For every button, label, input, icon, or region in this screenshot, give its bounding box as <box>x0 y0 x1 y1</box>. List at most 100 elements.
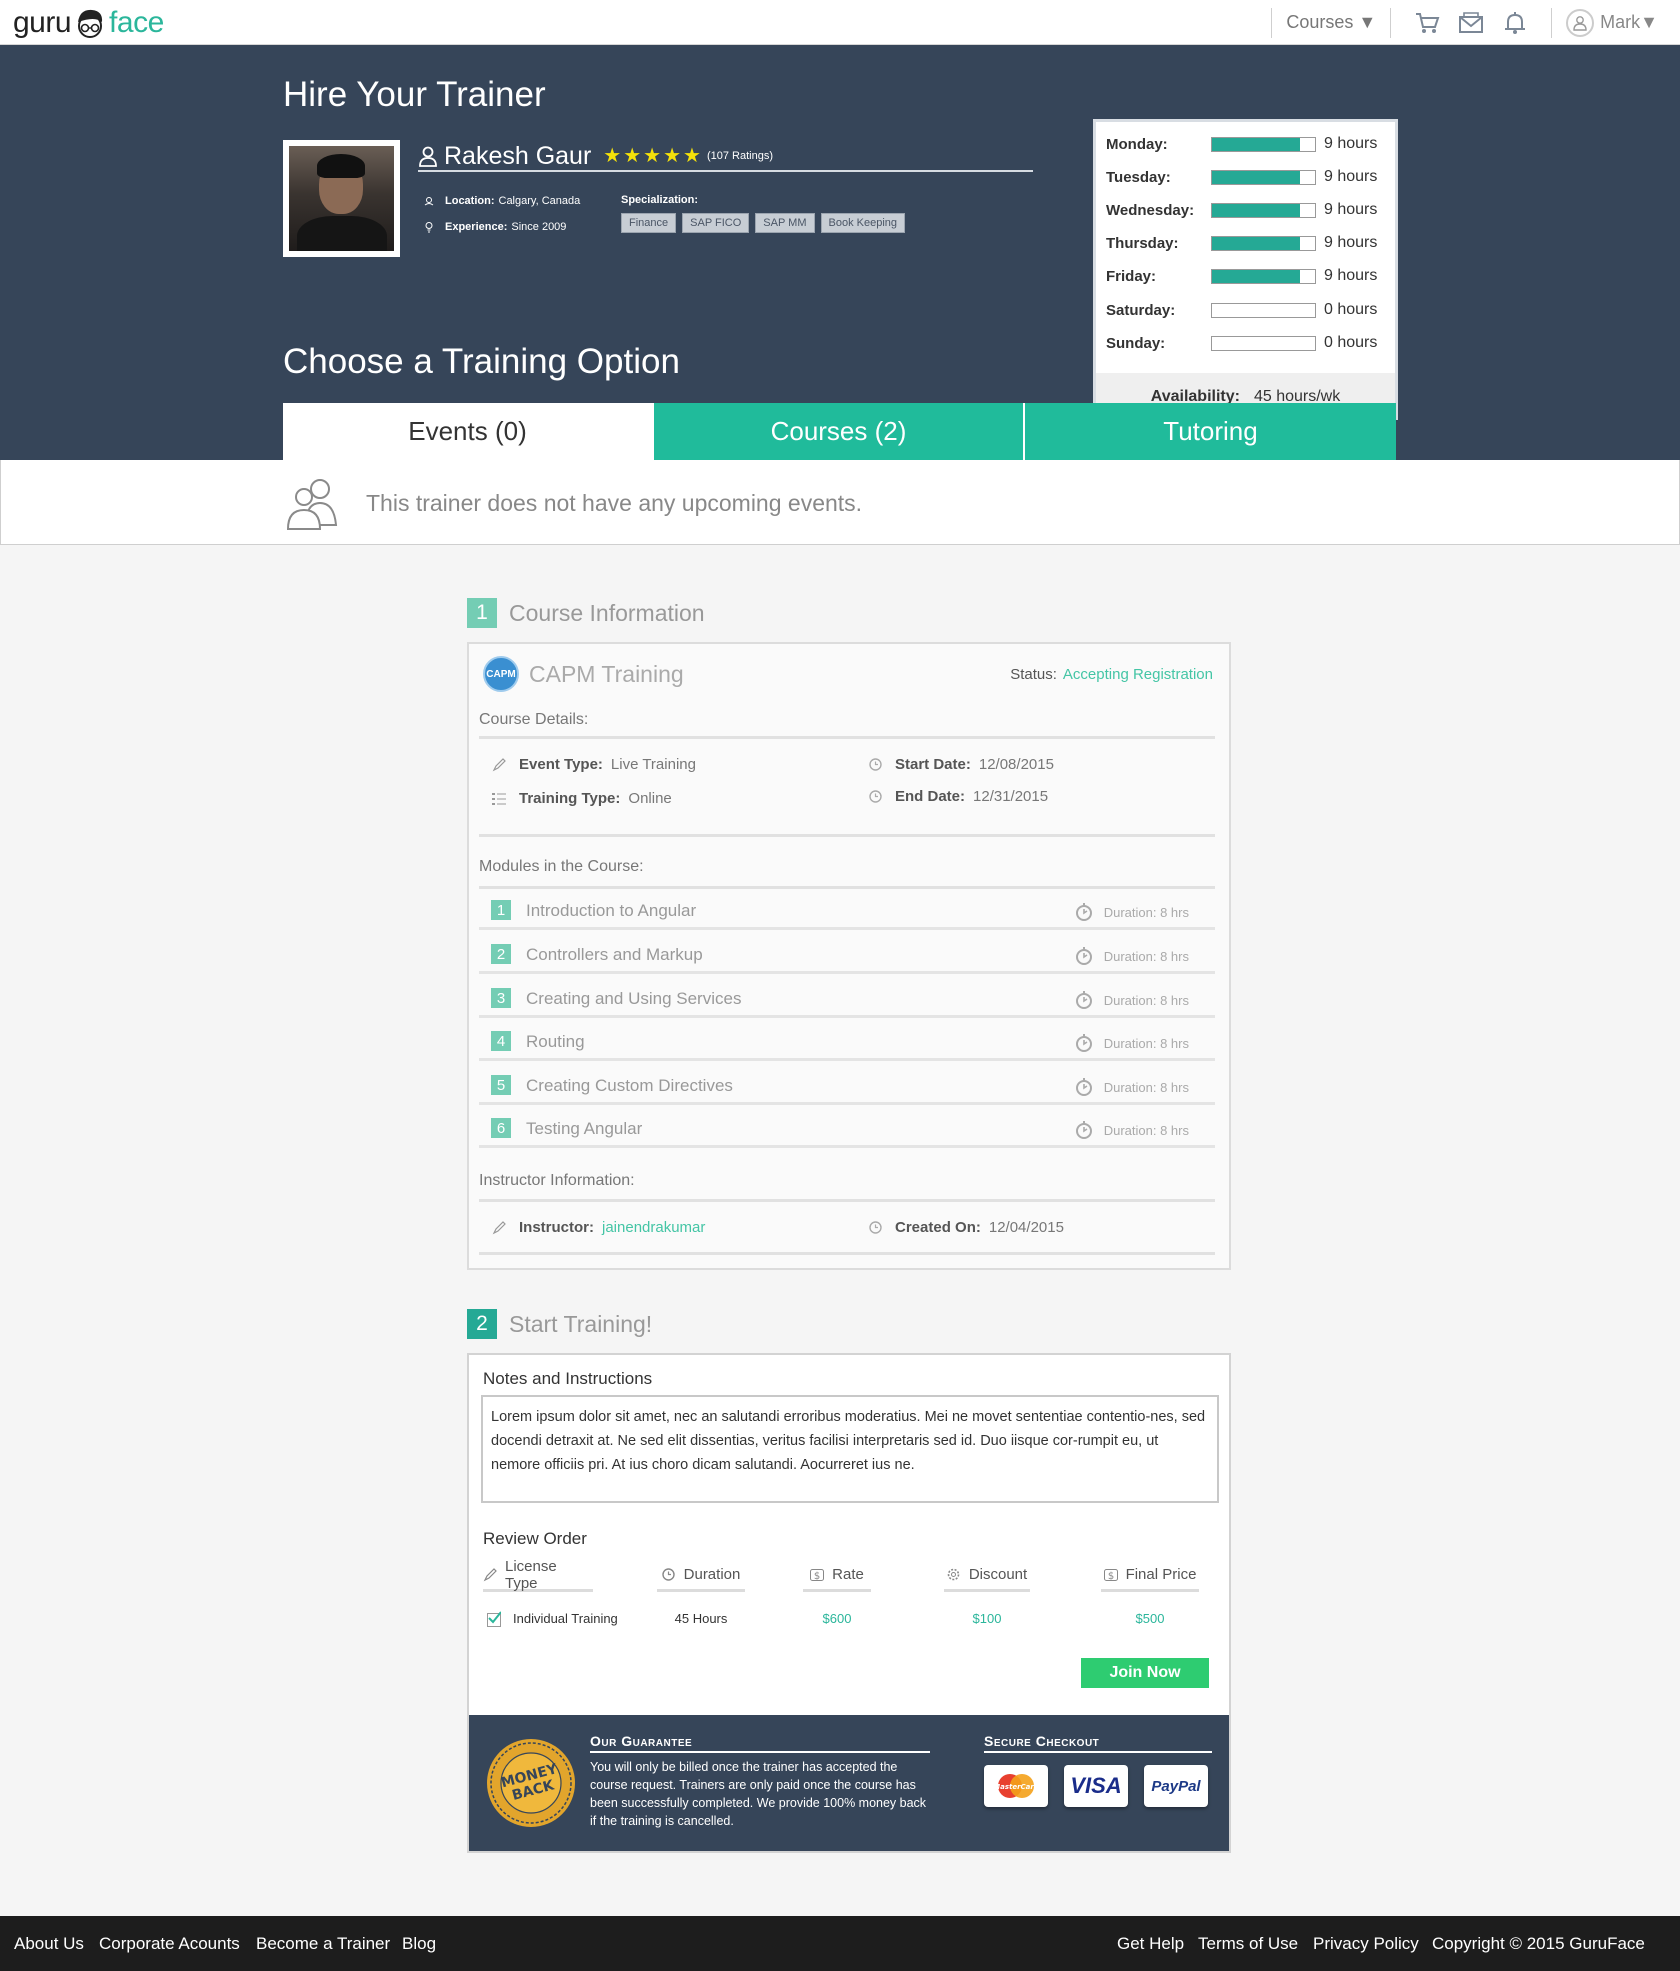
tab-events[interactable]: Events (0) <box>283 403 654 460</box>
stopwatch-icon <box>1075 1078 1092 1096</box>
step-2-header: 2 Start Training! <box>467 1309 652 1339</box>
ratings-count[interactable]: (107 Ratings) <box>707 150 773 162</box>
availability-fill <box>1212 137 1300 151</box>
specialization-tag[interactable]: Finance <box>621 213 677 233</box>
course-name[interactable]: CAPM Training <box>529 661 684 688</box>
join-now-button[interactable]: Join Now <box>1081 1658 1209 1688</box>
column-label: Rate <box>832 1566 864 1583</box>
notes-textarea[interactable]: Lorem ipsum dolor sit amet, nec an salut… <box>481 1395 1219 1503</box>
availability-fill <box>1212 236 1300 250</box>
column-label: License Type <box>505 1557 557 1592</box>
tab-tutoring[interactable]: Tutoring <box>1025 403 1396 460</box>
user-menu[interactable]: Mark▼ <box>1566 8 1658 37</box>
divider <box>479 1199 1215 1202</box>
instructor-link[interactable]: jainendrakumar <box>602 1219 705 1236</box>
stopwatch-icon <box>1075 991 1092 1009</box>
dollar-icon: $ <box>810 1568 825 1582</box>
module-row[interactable]: 6 Testing Angular Duration: 8 hrs <box>479 1107 1215 1148</box>
start-training-card: Notes and Instructions Lorem ipsum dolor… <box>467 1353 1231 1853</box>
logo-text-guru: guru <box>13 6 72 39</box>
training-type-label: Training Type: <box>519 790 621 807</box>
top-nav: guru face Courses ▼ Mark▼ <box>0 0 1680 45</box>
footer-link-become-trainer[interactable]: Become a Trainer <box>256 1934 390 1954</box>
trainer-name-row: Rakesh Gaur ★ ★ ★ ★ ★ (107 Ratings) <box>418 142 1033 172</box>
module-number: 6 <box>491 1118 511 1138</box>
nav-divider <box>1390 7 1392 38</box>
events-panel: This trainer does not have any upcoming … <box>0 460 1680 545</box>
availability-bar <box>1211 268 1316 284</box>
stopwatch-icon <box>1075 903 1092 921</box>
divider <box>479 834 1215 837</box>
specialization-tag[interactable]: SAP MM <box>755 213 815 233</box>
svg-text:$: $ <box>814 1571 820 1582</box>
availability-fill <box>1212 203 1300 217</box>
day-label: Thursday: <box>1106 234 1179 252</box>
secure-checkout-title: Secure Checkout <box>984 1733 1212 1753</box>
location-value: Calgary, Canada <box>498 195 581 207</box>
module-duration-text: Duration: 8 hrs <box>1103 1122 1189 1138</box>
start-date-label: Start Date: <box>895 756 971 773</box>
rating-stars: ★ ★ ★ ★ ★ <box>603 146 703 166</box>
training-tabs: Events (0) Courses (2) Tutoring <box>283 403 1398 460</box>
footer-link-privacy[interactable]: Privacy Policy <box>1313 1934 1419 1954</box>
module-title: Introduction to Angular <box>526 901 697 920</box>
availability-bar <box>1211 302 1316 318</box>
events-empty-message: This trainer does not have any upcoming … <box>366 490 863 516</box>
day-hours: 0 hours <box>1324 301 1378 318</box>
availability-bar <box>1211 136 1316 152</box>
footer: About Us Corporate Acounts Become a Trai… <box>0 1916 1680 1971</box>
event-type-label: Event Type: <box>519 756 603 773</box>
rate-value: $600 <box>822 1611 852 1626</box>
day-label: Tuesday: <box>1106 168 1171 186</box>
column-label: Final Price <box>1125 1566 1197 1583</box>
list-icon <box>491 791 507 807</box>
module-duration: Duration: 8 hrs <box>1074 1077 1189 1097</box>
nav-divider <box>1551 7 1553 38</box>
courses-menu[interactable]: Courses ▼ <box>1286 12 1376 33</box>
availability-bar <box>1211 202 1316 218</box>
step-number: 2 <box>467 1309 497 1339</box>
module-duration-text: Duration: 8 hrs <box>1103 992 1189 1008</box>
logo[interactable]: guru face <box>13 4 164 42</box>
status-badge: Accepting Registration <box>1062 666 1213 683</box>
module-row[interactable]: 2 Controllers and Markup Duration: 8 hrs <box>479 933 1215 974</box>
availability-fill <box>1212 269 1300 283</box>
end-date-value: 12/31/2015 <box>973 788 1049 805</box>
created-on: Created On: 12/04/2015 <box>867 1219 1064 1236</box>
paypal-icon: PayPal <box>1144 1765 1208 1807</box>
module-row[interactable]: 4 Routing Duration: 8 hrs <box>479 1020 1215 1061</box>
footer-link-corporate[interactable]: Corporate Acounts <box>99 1934 240 1954</box>
specialization-tag[interactable]: SAP FICO <box>682 213 750 233</box>
module-title: Creating Custom Directives <box>526 1076 733 1095</box>
cart-icon[interactable] <box>1412 8 1442 38</box>
module-duration: Duration: 8 hrs <box>1074 1033 1189 1053</box>
module-row[interactable]: 1 Introduction to Angular Duration: 8 hr… <box>479 889 1215 930</box>
module-row[interactable]: 3 Creating and Using Services Duration: … <box>479 977 1215 1018</box>
duration-value: 45 Hours <box>674 1611 728 1626</box>
column-rate: $ Rate <box>803 1560 871 1592</box>
footer-link-about[interactable]: About Us <box>14 1934 84 1954</box>
tab-courses[interactable]: Courses (2) <box>654 403 1025 460</box>
module-number: 4 <box>491 1031 511 1051</box>
stopwatch-icon <box>1075 1034 1092 1052</box>
footer-link-help[interactable]: Get Help <box>1117 1934 1184 1954</box>
availability-row: Friday: 9 hours <box>1106 266 1396 286</box>
specialization-tag[interactable]: Book Keeping <box>820 213 905 233</box>
license-checkbox[interactable] <box>487 1611 501 1627</box>
availability-row: Sunday: 0 hours <box>1106 333 1396 353</box>
column-label: Discount <box>968 1566 1028 1583</box>
day-label: Wednesday: <box>1106 201 1195 219</box>
nav-divider <box>1271 7 1273 38</box>
availability-row: Tuesday: 9 hours <box>1106 167 1396 187</box>
footer-link-terms[interactable]: Terms of Use <box>1198 1934 1298 1954</box>
star-icon: ★ <box>663 145 682 167</box>
footer-link-blog[interactable]: Blog <box>402 1934 436 1954</box>
module-title: Testing Angular <box>526 1119 643 1138</box>
bell-icon[interactable] <box>1500 8 1530 38</box>
module-row[interactable]: 5 Creating Custom Directives Duration: 8… <box>479 1064 1215 1105</box>
mail-icon[interactable] <box>1456 8 1486 38</box>
step-title: Course Information <box>509 599 705 626</box>
trainer-name[interactable]: Rakesh Gaur <box>444 142 591 171</box>
user-icon <box>1566 8 1595 37</box>
status-label: Status: <box>1010 666 1057 683</box>
